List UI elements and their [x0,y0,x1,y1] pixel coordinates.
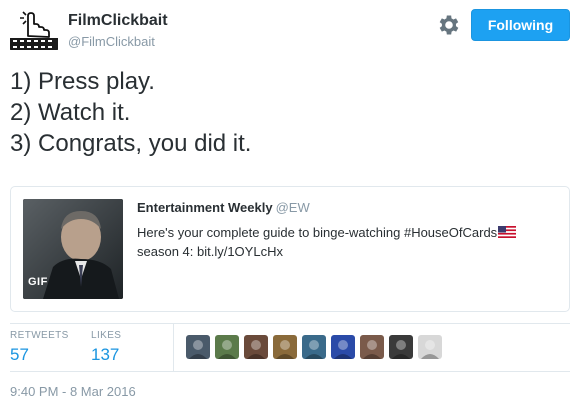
liker-avatar[interactable] [186,335,210,359]
divider [173,323,174,371]
gif-badge: GIF [28,276,48,288]
divider [10,371,570,372]
quoted-gif-thumbnail[interactable]: GIF [23,199,123,299]
us-flag-icon [498,225,517,243]
liker-avatar[interactable] [418,335,442,359]
liker-avatar[interactable] [360,335,384,359]
liker-avatar[interactable] [215,335,239,359]
quoted-text-line: season 4: bit.ly/1OYLcHx [137,244,283,259]
likes-label: LIKES [91,330,122,341]
tweet-text: 1) Press play. 2) Watch it. 3) Congrats,… [10,66,570,159]
quoted-text-line: Here's your complete guide to binge-watc… [137,225,498,240]
liker-avatar[interactable] [389,335,413,359]
tweet-line: 2) Watch it. [10,99,131,126]
user-handle[interactable]: @FilmClickbait [68,34,155,49]
likes-count: 137 [91,345,120,364]
tweet-line: 3) Congrats, you did it. [10,130,252,157]
liker-avatar[interactable] [244,335,268,359]
retweets-label: RETWEETS [10,330,69,341]
liker-avatar[interactable] [302,335,326,359]
display-name[interactable]: FilmClickbait [68,12,168,30]
retweets-stat[interactable]: RETWEETS 57 [10,330,69,365]
quoted-tweet[interactable]: GIF Entertainment Weekly @EW Here's your … [10,186,570,312]
tweet-line: 1) Press play. [10,68,155,95]
divider [10,323,570,324]
quoted-text: Here's your complete guide to binge-watc… [137,224,562,261]
avatar[interactable] [10,6,58,54]
quoted-author[interactable]: Entertainment Weekly @EW [137,200,310,215]
film-strip-hand-cursor-icon [10,11,58,50]
liker-avatar[interactable] [331,335,355,359]
timestamp[interactable]: 9:40 PM - 8 Mar 2016 [10,384,136,399]
quoted-author-handle: @EW [275,200,310,215]
likes-stat[interactable]: LIKES 137 [91,330,121,365]
following-button[interactable]: Following [471,9,570,41]
quoted-author-name: Entertainment Weekly [137,200,273,215]
liker-avatar[interactable] [273,335,297,359]
retweets-count: 57 [10,345,29,364]
gear-icon[interactable] [436,12,462,38]
